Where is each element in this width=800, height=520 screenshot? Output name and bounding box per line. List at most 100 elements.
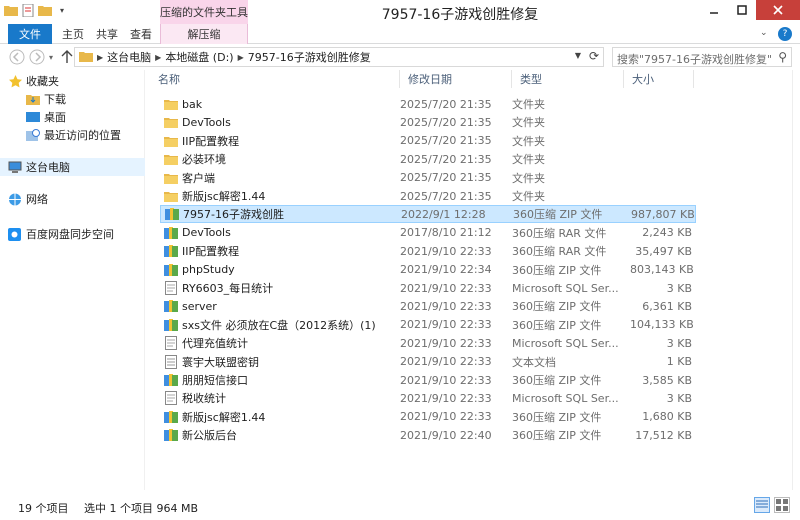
file-row[interactable]: server 2021/9/10 22:33 360压缩 ZIP 文件 6,361 K… xyxy=(160,297,696,315)
file-size: 1,680 KB xyxy=(642,410,692,424)
back-button[interactable] xyxy=(8,48,26,66)
file-type: 360压缩 ZIP 文件 xyxy=(512,263,602,277)
folder-icon xyxy=(164,171,178,185)
forward-button[interactable] xyxy=(28,48,46,66)
sidebar-item-label: 收藏夹 xyxy=(26,75,59,88)
chevron-right-icon[interactable]: ▶ xyxy=(97,53,103,62)
item-count: 19 个项目 xyxy=(18,502,69,515)
file-name-cell: 寰宇大联盟密钥 xyxy=(160,354,400,370)
zip-archive-icon xyxy=(164,318,178,332)
file-name-cell: 新版jsc解密1.44 xyxy=(160,409,400,425)
file-name: bak xyxy=(182,97,203,111)
chevron-down-icon[interactable]: ▾ xyxy=(55,3,69,17)
file-row[interactable]: sxs文件 必须放在C盘（2012系统）(1) 2021/9/10 22:33 36… xyxy=(160,316,696,334)
file-row[interactable]: 寰宇大联盟密钥 2021/9/10 22:33 文本文档 1 KB xyxy=(160,353,696,371)
new-folder-icon[interactable] xyxy=(38,3,52,17)
chevron-down-icon[interactable]: ⌄ xyxy=(760,28,772,40)
file-type: Microsoft SQL Ser... xyxy=(512,391,619,405)
file-row[interactable]: DevTools 2017/8/10 21:12 360压缩 RAR 文件 2,243… xyxy=(160,224,696,242)
file-name: 朋朋短信接口 xyxy=(182,374,248,387)
large-icons-view-icon xyxy=(776,499,788,511)
zip-archive-icon xyxy=(164,244,178,258)
sql-file-icon xyxy=(164,281,178,295)
refresh-icon[interactable]: ⟳ xyxy=(589,49,599,63)
chevron-right-icon[interactable]: ▶ xyxy=(155,53,161,62)
file-type: 文件夹 xyxy=(512,134,545,148)
column-header-size[interactable]: 大小 xyxy=(624,70,694,88)
file-row[interactable]: 朋朋短信接口 2021/9/10 22:33 360压缩 ZIP 文件 3,585 K… xyxy=(160,371,696,389)
sidebar-item-this-pc[interactable]: 这台电脑 xyxy=(0,158,145,176)
file-name-cell: 必装环境 xyxy=(160,151,400,167)
file-name: phpStudy xyxy=(182,263,235,277)
file-row[interactable]: RY6603_每日统计 2021/9/10 22:33 Microsoft SQL … xyxy=(160,279,696,297)
tab-file[interactable]: 文件 xyxy=(8,24,52,44)
file-name: 新公版后台 xyxy=(182,429,237,443)
help-icon[interactable]: ? xyxy=(778,27,792,41)
file-type: 360压缩 ZIP 文件 xyxy=(512,410,602,424)
file-size: 6,361 KB xyxy=(642,299,692,313)
file-name-cell: 客户端 xyxy=(160,170,400,186)
tab-view[interactable]: 查看 xyxy=(130,24,152,44)
file-row[interactable]: phpStudy 2021/9/10 22:34 360压缩 ZIP 文件 803,1… xyxy=(160,261,696,279)
tab-extract[interactable]: 解压缩 xyxy=(160,24,248,44)
large-icons-view-button[interactable] xyxy=(774,497,790,513)
file-row[interactable]: IIP配置教程 2025/7/20 21:35 文件夹 xyxy=(160,132,696,150)
recent-locations-chevron-icon[interactable]: ▾ xyxy=(46,48,56,66)
chevron-right-icon[interactable]: ▶ xyxy=(238,53,244,62)
file-row[interactable]: IIP配置教程 2021/9/10 22:33 360压缩 RAR 文件 35,497… xyxy=(160,242,696,260)
search-input[interactable]: 搜索"7957-16子游戏创胜修复" ⚲ xyxy=(612,47,792,67)
minimize-button[interactable] xyxy=(700,0,728,20)
file-name: RY6603_每日统计 xyxy=(182,282,274,295)
navigation-bar: ▾ ▶ 这台电脑 ▶ 本地磁盘 (D:) ▶ 7957-16子游戏创胜修复 ▼ … xyxy=(0,44,800,70)
details-view-button[interactable] xyxy=(754,497,770,513)
file-size: 3 KB xyxy=(666,391,692,405)
file-row[interactable]: DevTools 2025/7/20 21:35 文件夹 xyxy=(160,113,696,131)
tab-share[interactable]: 共享 xyxy=(96,24,118,44)
recent-places-icon xyxy=(26,128,40,142)
file-row[interactable]: 代理充值统计 2021/9/10 22:33 Microsoft SQL Ser..… xyxy=(160,334,696,352)
properties-icon[interactable] xyxy=(21,3,35,17)
file-date: 2017/8/10 21:12 xyxy=(400,226,492,240)
sidebar-item-network[interactable]: 网络 xyxy=(8,190,153,208)
sidebar-item-favorites[interactable]: 收藏夹 xyxy=(8,72,153,90)
folder-icon[interactable] xyxy=(4,3,18,17)
window-controls xyxy=(700,0,800,20)
file-row[interactable]: 税收统计 2021/9/10 22:33 Microsoft SQL Ser... 3… xyxy=(160,389,696,407)
chevron-down-icon[interactable]: ▼ xyxy=(575,51,581,60)
scrollbar[interactable] xyxy=(792,70,800,490)
file-date: 2021/9/10 22:40 xyxy=(400,428,492,442)
file-size: 987,807 KB xyxy=(631,207,695,221)
zip-archive-icon xyxy=(164,428,178,442)
column-header-name[interactable]: 名称 xyxy=(150,70,400,88)
file-name-cell: DevTools xyxy=(160,226,400,240)
zip-archive-icon xyxy=(164,263,178,277)
file-name: IIP配置教程 xyxy=(182,134,240,148)
file-row[interactable]: 新版jsc解密1.44 2025/7/20 21:35 文件夹 xyxy=(160,187,696,205)
search-icon[interactable]: ⚲ xyxy=(778,50,787,64)
file-row[interactable]: 7957-16子游戏创胜 2022/9/1 12:28 360压缩 ZIP 文件 98… xyxy=(160,205,696,224)
breadcrumb-drive[interactable]: 本地磁盘 (D:) xyxy=(165,49,233,65)
column-header-date[interactable]: 修改日期 xyxy=(400,70,512,88)
file-name: 寰宇大联盟密钥 xyxy=(182,355,259,369)
sidebar-item-baidu-netdisk[interactable]: 百度网盘同步空间 xyxy=(8,225,153,243)
file-row[interactable]: 新版jsc解密1.44 2021/9/10 22:33 360压缩 ZIP 文件 1,… xyxy=(160,408,696,426)
breadcrumb-computer[interactable]: 这台电脑 xyxy=(107,49,151,65)
file-name: sxs文件 必须放在C盘（2012系统）(1) xyxy=(182,318,376,332)
file-row[interactable]: 客户端 2025/7/20 21:35 文件夹 xyxy=(160,169,696,187)
close-button[interactable] xyxy=(756,0,800,20)
maximize-button[interactable] xyxy=(728,0,756,20)
file-name-cell: IIP配置教程 xyxy=(160,243,400,259)
file-row[interactable]: bak 2025/7/20 21:35 文件夹 xyxy=(160,95,696,113)
sql-file-icon xyxy=(164,336,178,351)
address-box[interactable]: ▶ 这台电脑 ▶ 本地磁盘 (D:) ▶ 7957-16子游戏创胜修复 ▼ ⟳ xyxy=(74,47,604,67)
tab-home[interactable]: 主页 xyxy=(62,24,84,44)
file-row[interactable]: 必装环境 2025/7/20 21:35 文件夹 xyxy=(160,150,696,168)
breadcrumb-folder[interactable]: 7957-16子游戏创胜修复 xyxy=(248,49,371,65)
file-type: 360压缩 ZIP 文件 xyxy=(513,208,603,222)
file-row[interactable]: 新公版后台 2021/9/10 22:40 360压缩 ZIP 文件 17,512 K… xyxy=(160,426,696,444)
folder-icon xyxy=(164,115,178,129)
column-header-type[interactable]: 类型 xyxy=(512,70,624,88)
download-folder-icon xyxy=(26,92,40,106)
file-type: 360压缩 ZIP 文件 xyxy=(512,300,602,314)
file-name: 税收统计 xyxy=(182,392,226,406)
